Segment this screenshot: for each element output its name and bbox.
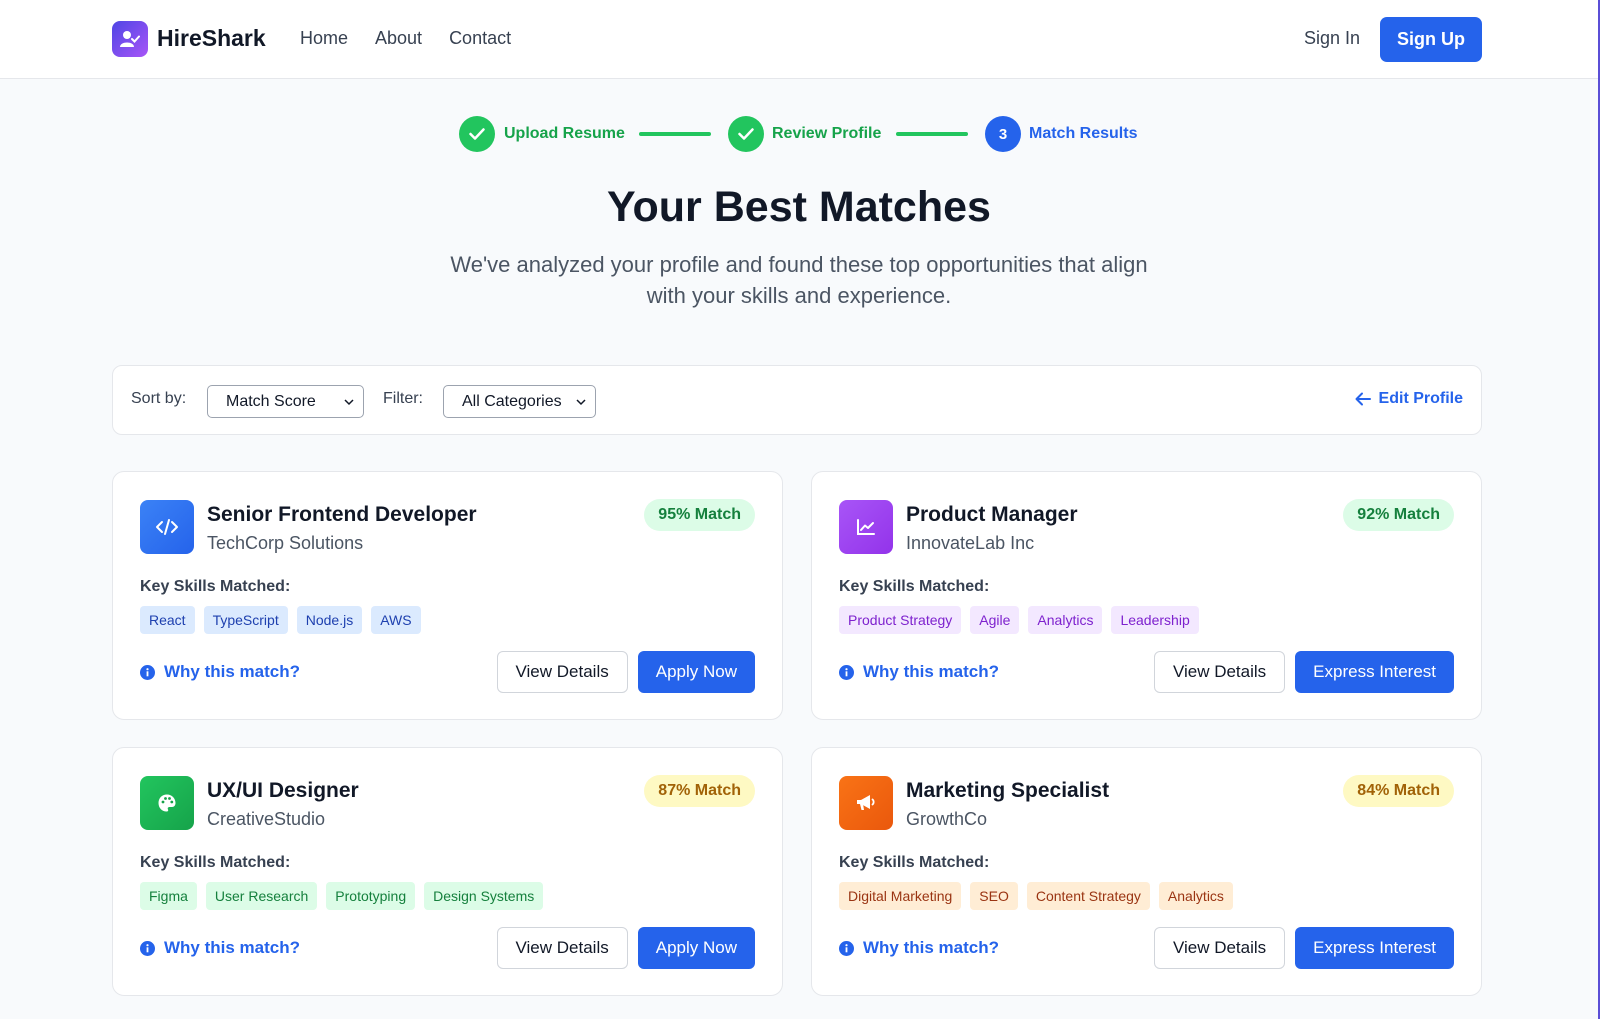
top-navbar: HireShark Home About Contact Sign In Sig… — [0, 0, 1598, 79]
skills-label: Key Skills Matched: — [839, 854, 990, 871]
skill-tag: Node.js — [296, 606, 363, 634]
skill-tag: Product Strategy — [839, 606, 962, 634]
apply-now-button[interactable]: Apply Now — [637, 651, 755, 693]
step-review-profile: Review Profile — [772, 125, 882, 142]
job-card: Marketing Specialist GrowthCo 84% Match … — [811, 747, 1482, 996]
info-icon — [839, 664, 854, 680]
step-upload-resume: Upload Resume — [504, 125, 625, 142]
skill-tag: AWS — [371, 606, 421, 634]
skill-tag: TypeScript — [203, 606, 288, 634]
sign-in-link[interactable]: Sign In — [1304, 28, 1360, 49]
nav-contact-link[interactable]: Contact — [449, 28, 511, 49]
skills-label: Key Skills Matched: — [140, 578, 291, 595]
skill-tag: Figma — [140, 882, 197, 910]
sort-label: Sort by: — [131, 390, 187, 407]
job-title[interactable]: Marketing Specialist — [906, 779, 1109, 803]
filter-select-value: All Categories — [462, 392, 562, 410]
sort-select-value: Match Score — [226, 392, 316, 410]
skill-tag: React — [140, 606, 195, 634]
why-this-match-label: Why this match? — [863, 938, 1000, 957]
view-details-button[interactable]: View Details — [496, 651, 628, 693]
company-name: InnovateLab Inc — [906, 533, 1035, 553]
logo-icon[interactable] — [112, 21, 148, 57]
why-this-match-link[interactable]: Why this match? — [140, 662, 300, 682]
arrow-left-icon — [1355, 392, 1371, 406]
apply-now-button[interactable]: Apply Now — [637, 927, 755, 969]
card-actions: View Details Express Interest — [1153, 651, 1454, 693]
info-icon — [140, 940, 155, 956]
express-interest-button[interactable]: Express Interest — [1295, 651, 1454, 693]
page-title: Your Best Matches — [607, 183, 991, 231]
skills-label: Key Skills Matched: — [839, 578, 990, 595]
job-title[interactable]: UX/UI Designer — [207, 779, 359, 803]
brand-name[interactable]: HireShark — [157, 25, 266, 52]
step-number-badge: 3 — [985, 116, 1021, 152]
match-badge: 84% Match — [1343, 775, 1454, 807]
why-this-match-label: Why this match? — [164, 662, 301, 681]
job-card: Senior Frontend Developer TechCorp Solut… — [112, 471, 783, 720]
step-connector — [639, 132, 711, 136]
skills-label: Key Skills Matched: — [140, 854, 291, 871]
chevron-down-icon — [344, 399, 354, 406]
view-details-button[interactable]: View Details — [1153, 651, 1286, 693]
skill-tag: SEO — [970, 882, 1018, 910]
express-interest-button[interactable]: Express Interest — [1295, 927, 1454, 969]
skill-tag: Prototyping — [326, 882, 416, 910]
chevron-down-icon — [576, 399, 586, 406]
card-actions: View Details Apply Now — [496, 651, 755, 693]
why-this-match-label: Why this match? — [164, 938, 301, 957]
why-this-match-link[interactable]: Why this match? — [140, 938, 300, 958]
view-details-button[interactable]: View Details — [496, 927, 628, 969]
skill-tag: User Research — [205, 882, 318, 910]
main-nav: Home About Contact — [300, 28, 511, 49]
job-card: Product Manager InnovateLab Inc 92% Matc… — [811, 471, 1482, 720]
job-title[interactable]: Senior Frontend Developer — [207, 503, 477, 527]
company-name: CreativeStudio — [207, 809, 326, 829]
skill-tag: Analytics — [1028, 606, 1103, 634]
skills-list: Product Strategy Agile Analytics Leaders… — [839, 606, 1199, 634]
chart-line-icon — [839, 500, 893, 554]
filter-label: Filter: — [383, 390, 423, 407]
step-match-results: Match Results — [1029, 125, 1138, 142]
check-icon — [459, 116, 495, 152]
card-actions: View Details Apply Now — [496, 927, 755, 969]
megaphone-icon — [839, 776, 893, 830]
why-this-match-link[interactable]: Why this match? — [839, 662, 999, 682]
view-details-button[interactable]: View Details — [1153, 927, 1286, 969]
match-badge: 95% Match — [644, 499, 755, 531]
edit-profile-link[interactable]: Edit Profile — [1355, 390, 1463, 408]
why-this-match-label: Why this match? — [863, 662, 1000, 681]
skills-list: Figma User Research Prototyping Design S… — [140, 882, 544, 910]
company-name: GrowthCo — [906, 809, 988, 829]
company-name: TechCorp Solutions — [207, 533, 364, 553]
match-badge: 87% Match — [644, 775, 755, 807]
info-icon — [140, 664, 155, 680]
results-toolbar: Sort by: Match Score Filter: All Categor… — [112, 365, 1482, 435]
match-badge: 92% Match — [1343, 499, 1454, 531]
skill-tag: Content Strategy — [1026, 882, 1150, 910]
nav-about-link[interactable]: About — [375, 28, 422, 49]
why-this-match-link[interactable]: Why this match? — [839, 938, 999, 958]
code-icon — [140, 500, 194, 554]
skills-list: Digital Marketing SEO Content Strategy A… — [839, 882, 1233, 910]
skills-list: React TypeScript Node.js AWS — [140, 606, 421, 634]
edit-profile-label: Edit Profile — [1378, 390, 1463, 407]
sort-select[interactable]: Match Score — [207, 385, 364, 418]
page-subtitle: We've analyzed your profile and found th… — [450, 252, 1148, 308]
skill-tag: Digital Marketing — [839, 882, 962, 910]
skill-tag: Leadership — [1111, 606, 1199, 634]
job-card: UX/UI Designer CreativeStudio 87% Match … — [112, 747, 783, 996]
filter-select[interactable]: All Categories — [443, 385, 596, 418]
card-actions: View Details Express Interest — [1153, 927, 1454, 969]
skill-tag: Agile — [970, 606, 1020, 634]
info-icon — [839, 940, 854, 956]
check-icon — [728, 116, 764, 152]
sign-up-button[interactable]: Sign Up — [1380, 17, 1482, 62]
nav-home-link[interactable]: Home — [300, 28, 348, 49]
step-connector — [896, 132, 968, 136]
skill-tag: Analytics — [1158, 882, 1233, 910]
palette-icon — [140, 776, 194, 830]
job-title[interactable]: Product Manager — [906, 503, 1078, 527]
skill-tag: Design Systems — [424, 882, 544, 910]
